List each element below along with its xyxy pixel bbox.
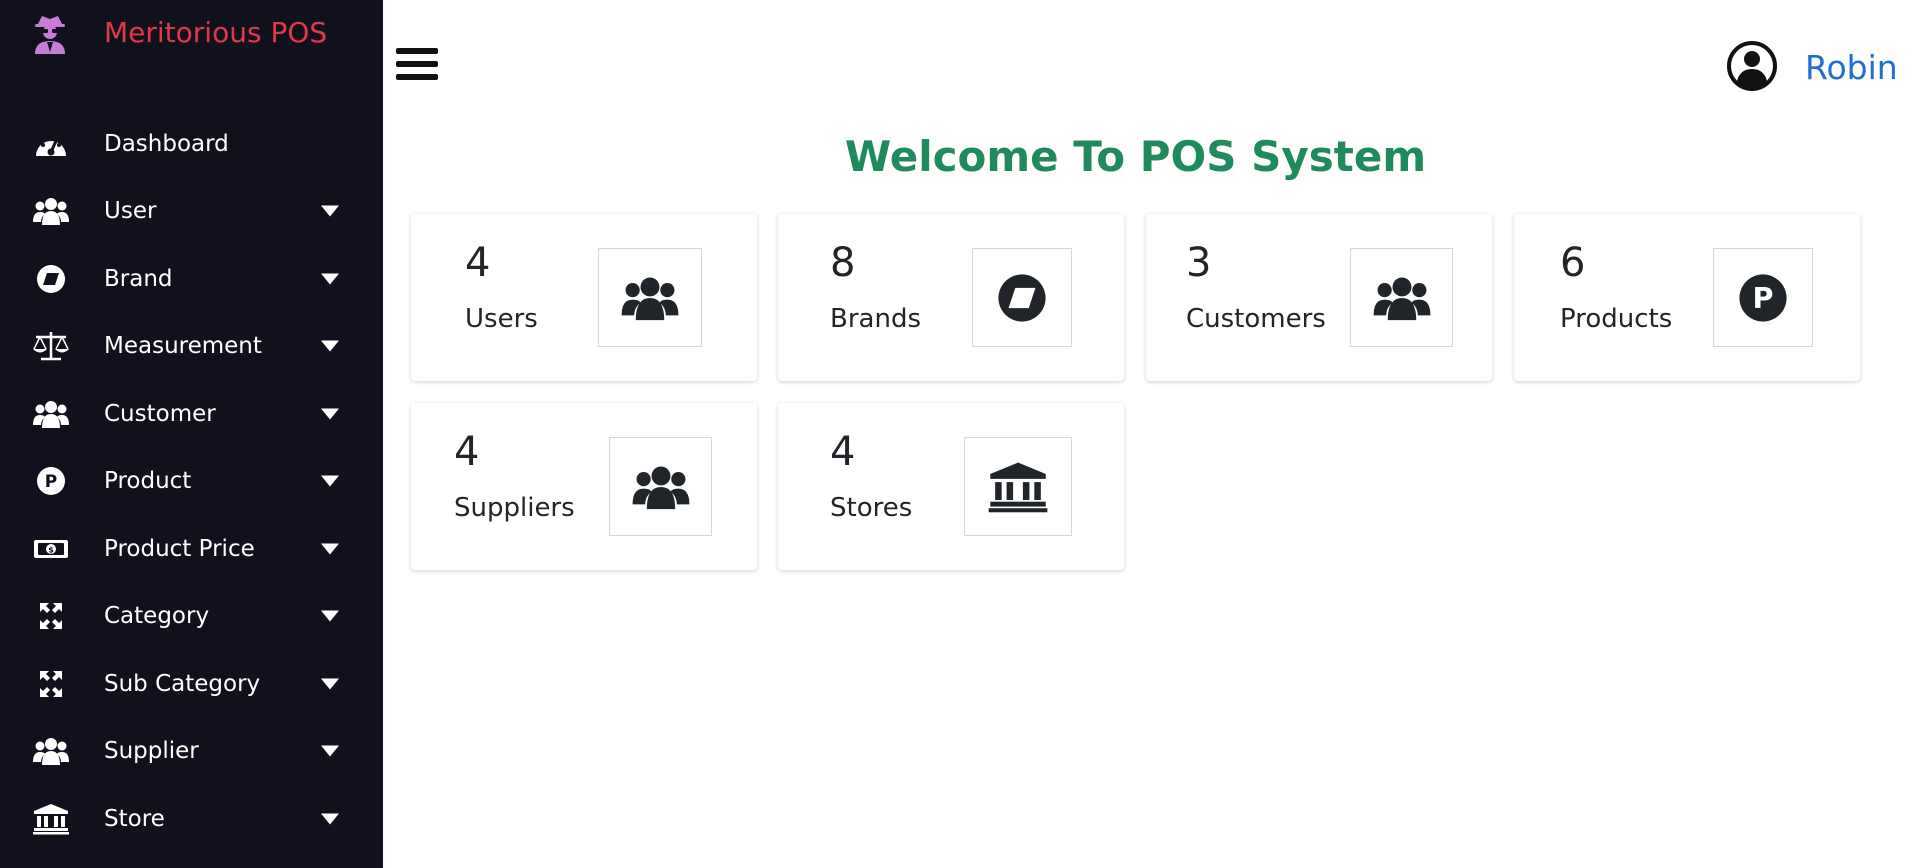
stat-label: Products xyxy=(1560,304,1673,334)
stat-count: 6 xyxy=(1560,240,1586,286)
stat-icon-box xyxy=(972,248,1072,347)
caret-down-icon xyxy=(321,678,339,690)
stat-count: 4 xyxy=(830,429,856,475)
money-icon: $ xyxy=(32,533,70,565)
sidebar: Meritorious POS Dashboard User Brand Mea… xyxy=(0,0,383,868)
sidebar-item-measurement[interactable]: Measurement xyxy=(0,313,383,381)
sidebar-item-label: Supplier xyxy=(104,738,199,765)
sidebar-item-label: Customer xyxy=(104,400,216,427)
sidebar-item-label: Product xyxy=(104,468,192,495)
stat-icon-box xyxy=(609,437,712,536)
caret-down-icon xyxy=(321,745,339,757)
users-icon xyxy=(32,735,70,767)
sidebar-nav: Dashboard User Brand Measurement Custome… xyxy=(0,110,383,853)
gauge-icon xyxy=(32,128,70,160)
expand-arrows-icon xyxy=(32,668,70,700)
caret-down-icon xyxy=(321,408,339,420)
sidebar-item-label: Brand xyxy=(104,265,173,292)
users-icon xyxy=(1373,276,1430,320)
stat-card-brands[interactable]: 8 Brands xyxy=(778,214,1124,381)
stat-card-suppliers[interactable]: 4 Suppliers xyxy=(411,403,757,570)
user-name-link[interactable]: Robin xyxy=(1805,48,1898,87)
brand-icon xyxy=(32,263,70,295)
hamburger-menu-icon[interactable] xyxy=(396,48,438,86)
sidebar-item-label: Measurement xyxy=(104,333,262,360)
sidebar-item-label: Sub Category xyxy=(104,670,261,697)
caret-down-icon xyxy=(321,205,339,217)
sidebar-item-label: Product Price xyxy=(104,535,255,562)
sidebar-item-dashboard[interactable]: Dashboard xyxy=(0,110,383,178)
sidebar-item-supplier[interactable]: Supplier xyxy=(0,718,383,786)
stat-label: Customers xyxy=(1186,304,1326,334)
stat-card-products[interactable]: 6 Products P xyxy=(1514,214,1860,381)
product-p-icon: P xyxy=(1739,273,1787,322)
brand-icon xyxy=(998,273,1046,322)
brand-row[interactable]: Meritorious POS xyxy=(0,0,383,72)
sidebar-item-product[interactable]: P Product xyxy=(0,448,383,516)
stat-count: 3 xyxy=(1186,240,1212,286)
stat-icon-box: P xyxy=(1713,248,1813,347)
user-circle-icon[interactable] xyxy=(1726,40,1778,92)
stat-label: Suppliers xyxy=(454,493,575,523)
stat-label: Users xyxy=(465,304,538,334)
sidebar-item-label: User xyxy=(104,198,157,225)
stat-count: 8 xyxy=(830,240,856,286)
users-icon xyxy=(621,276,679,320)
bank-icon xyxy=(32,803,70,835)
app-title: Meritorious POS xyxy=(104,16,328,49)
sidebar-item-category[interactable]: Category xyxy=(0,583,383,651)
svg-text:$: $ xyxy=(48,545,54,554)
caret-down-icon xyxy=(321,475,339,487)
page-title: Welcome To POS System xyxy=(844,132,1427,181)
spy-logo-icon xyxy=(30,14,70,56)
users-icon xyxy=(32,195,70,227)
stat-card-users[interactable]: 4 Users xyxy=(411,214,757,381)
users-icon xyxy=(632,465,689,509)
svg-text:P: P xyxy=(1753,281,1774,315)
bank-icon xyxy=(988,462,1048,512)
caret-down-icon xyxy=(321,610,339,622)
stat-label: Stores xyxy=(830,493,913,523)
stat-card-customers[interactable]: 3 Customers xyxy=(1146,214,1492,381)
scale-icon xyxy=(32,330,70,362)
sidebar-item-label: Category xyxy=(104,603,210,630)
stat-card-stores[interactable]: 4 Stores xyxy=(778,403,1124,570)
sidebar-item-product-price[interactable]: $ Product Price xyxy=(0,515,383,583)
sidebar-item-store[interactable]: Store xyxy=(0,785,383,853)
stat-count: 4 xyxy=(465,240,491,286)
stat-icon-box xyxy=(1350,248,1453,347)
sidebar-item-brand[interactable]: Brand xyxy=(0,245,383,313)
caret-down-icon xyxy=(321,543,339,555)
sidebar-item-sub-category[interactable]: Sub Category xyxy=(0,650,383,718)
sidebar-item-user[interactable]: User xyxy=(0,178,383,246)
stat-icon-box xyxy=(598,248,702,347)
svg-text:P: P xyxy=(45,472,57,492)
caret-down-icon xyxy=(321,273,339,285)
stat-icon-box xyxy=(964,437,1072,536)
product-p-icon: P xyxy=(32,465,70,497)
users-icon xyxy=(32,398,70,430)
stat-count: 4 xyxy=(454,429,480,475)
stat-label: Brands xyxy=(830,304,921,334)
sidebar-item-label: Dashboard xyxy=(104,130,229,157)
expand-arrows-icon xyxy=(32,600,70,632)
sidebar-item-label: Store xyxy=(104,805,165,832)
sidebar-item-customer[interactable]: Customer xyxy=(0,380,383,448)
caret-down-icon xyxy=(321,340,339,352)
caret-down-icon xyxy=(321,813,339,825)
